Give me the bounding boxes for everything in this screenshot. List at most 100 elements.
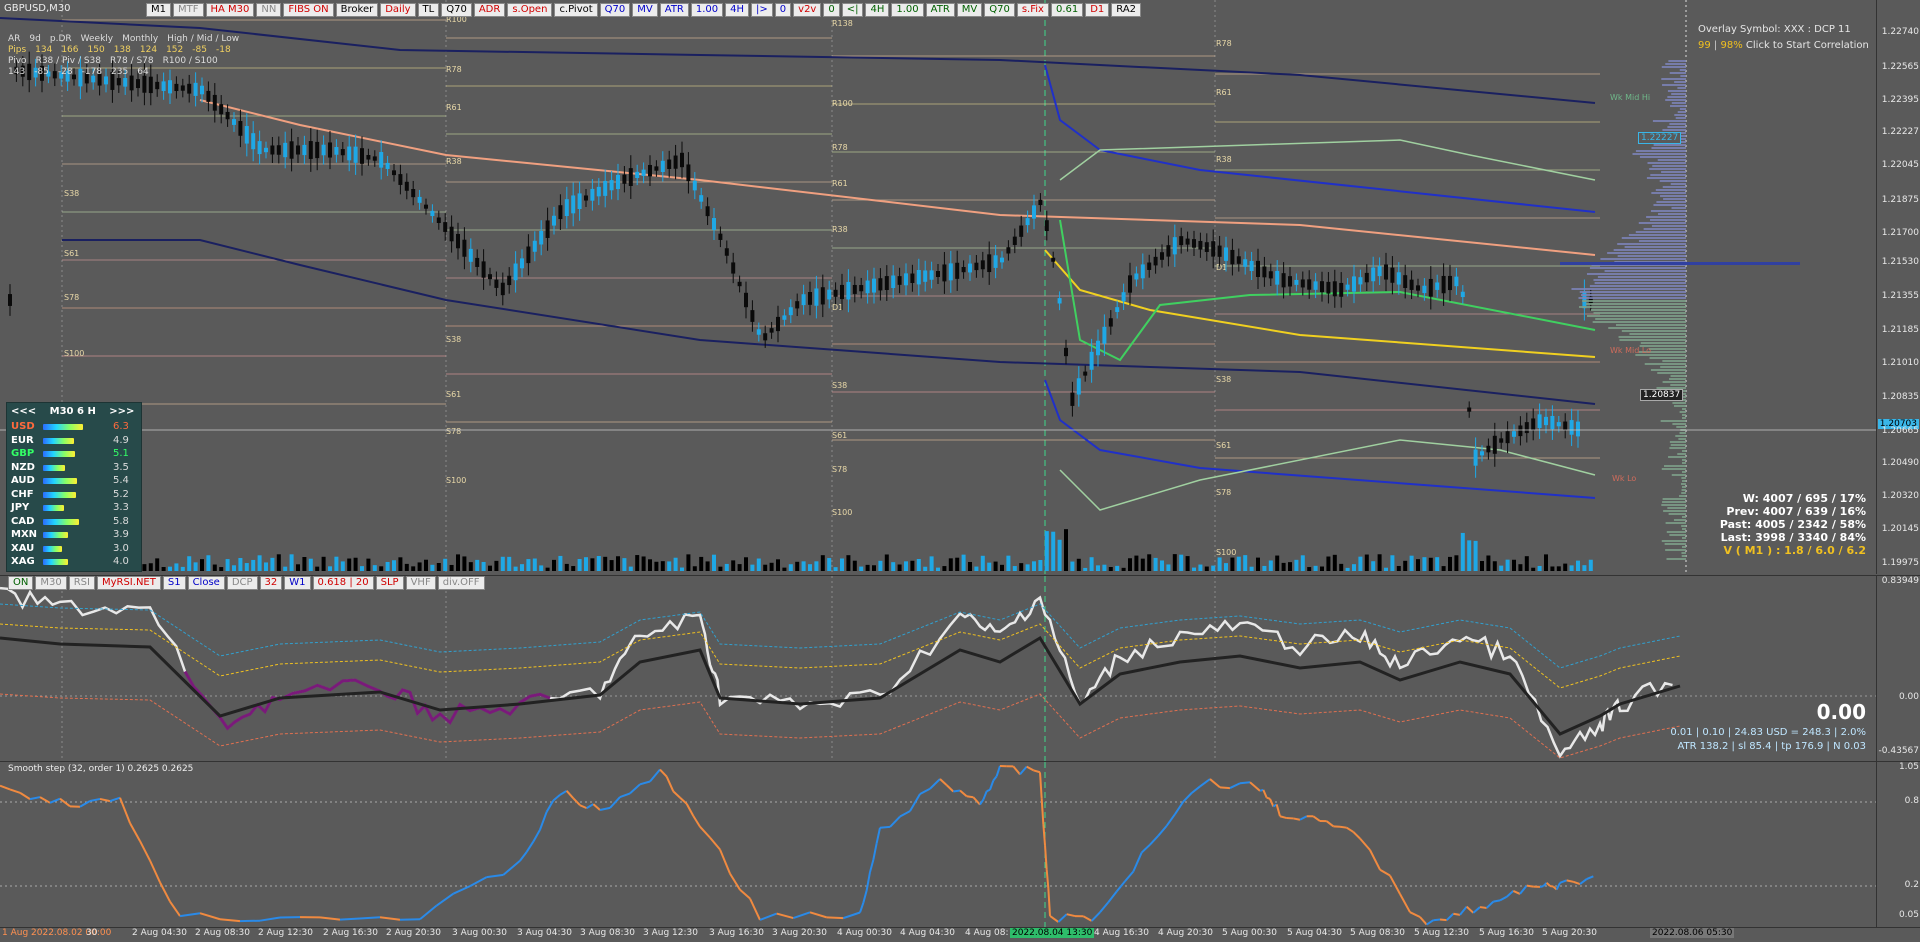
candle-body: [1032, 205, 1036, 218]
rsi-toolbar-button-1[interactable]: M30: [35, 576, 66, 590]
rsi-toolbar-button-5[interactable]: Close: [188, 576, 225, 590]
candle-body: [187, 84, 191, 94]
rsi-toolbar-button-4[interactable]: S1: [163, 576, 186, 590]
rsi-toolbar-button-11[interactable]: VHF: [406, 576, 436, 590]
correlation-click-label[interactable]: Click to Start Correlation: [1746, 40, 1869, 51]
currency-bar-chf: [43, 492, 76, 498]
volume-bar: [1416, 559, 1420, 571]
rsi-toolbar-button-12[interactable]: div.OFF: [438, 576, 485, 590]
adr-cell: -85: [34, 67, 49, 77]
toolbar-button-19[interactable]: v2v: [793, 3, 821, 17]
candle-body: [590, 189, 594, 201]
rsi-toolbar-button-9[interactable]: 0.618 | 20: [313, 576, 374, 590]
toolbar-button-0[interactable]: M1: [146, 3, 171, 17]
toolbar-button-1[interactable]: MTF: [173, 3, 204, 17]
volume-bar: [1083, 568, 1087, 571]
candle-body: [1064, 348, 1068, 356]
rsi-toolbar-button-8[interactable]: W1: [284, 576, 310, 590]
candle-body: [571, 195, 575, 213]
toolbar-button-16[interactable]: 4H: [725, 3, 749, 17]
volume-bar: [1051, 532, 1055, 571]
toolbar-button-5[interactable]: Broker: [336, 3, 379, 17]
volume-bar: [1301, 555, 1305, 571]
volume-bar: [1371, 561, 1375, 571]
smooth-step-pane[interactable]: Smooth step (32, order 1) 0.2625 0.2625 …: [0, 761, 1920, 928]
toolbar-button-21[interactable]: <|: [842, 3, 864, 17]
toolbar-button-26[interactable]: Q70: [984, 3, 1015, 17]
volume-bar: [1205, 567, 1209, 571]
candle-body: [1467, 408, 1471, 412]
toolbar-button-29[interactable]: D1: [1085, 3, 1109, 17]
price-chart-canvas[interactable]: R100R78R61R38S38S61S78S100S38S61S78S100R…: [0, 0, 1876, 574]
toolbar-button-6[interactable]: Daily: [380, 3, 415, 17]
toolbar-button-4[interactable]: FIBS ON: [283, 3, 333, 17]
toolbar-button-3[interactable]: NN: [256, 3, 281, 17]
volume-bar: [501, 557, 505, 571]
candle-body: [1403, 275, 1407, 288]
toolbar-button-17[interactable]: |>: [751, 3, 773, 17]
smooth-step-segment: [1550, 886, 1553, 887]
toolbar-button-24[interactable]: ATR: [926, 3, 955, 17]
volume-bar: [1032, 561, 1036, 571]
candle-body: [526, 247, 530, 264]
adr-cell: 138: [114, 45, 131, 55]
smooth-step-canvas[interactable]: [0, 762, 1876, 928]
toolbar-button-27[interactable]: s.Fix: [1017, 3, 1049, 17]
rsi-toolbar-button-7[interactable]: 32: [260, 576, 283, 590]
volume-profile-bar: [1595, 318, 1686, 320]
volume-bar: [366, 559, 370, 571]
adr-cell: AR: [8, 34, 20, 44]
rsi-canvas[interactable]: [0, 576, 1876, 761]
volume-bar: [648, 559, 652, 571]
toolbar-button-28[interactable]: 0.61: [1051, 3, 1083, 17]
rsi-toolbar-button-10[interactable]: SLP: [376, 576, 404, 590]
toolbar-button-25[interactable]: MV: [957, 3, 982, 17]
toolbar-button-15[interactable]: 1.00: [691, 3, 723, 17]
toolbar-button-23[interactable]: 1.00: [891, 3, 923, 17]
toolbar-button-11[interactable]: c.Pivot: [554, 3, 597, 17]
volume-profile-bar: [1677, 453, 1686, 455]
currency-value-cad: 5.8: [113, 516, 129, 527]
toolbar-button-22[interactable]: 4H: [865, 3, 889, 17]
volume-profile-bar: [1681, 552, 1686, 554]
candle-body: [1218, 246, 1222, 257]
volume-bar: [1026, 564, 1030, 571]
rsi-indicator-pane[interactable]: ONM30RSIMyRSI.NETS1CloseDCP32W10.618 | 2…: [0, 575, 1920, 761]
time-axis[interactable]: 1 Aug 2022.08.02 00:00302 Aug 04:302 Aug…: [0, 927, 1920, 942]
adr-cell: R100 / S100: [163, 56, 218, 66]
next-arrow-button[interactable]: >>>: [109, 406, 134, 417]
volume-profile-bar: [1672, 423, 1686, 425]
toolbar-button-8[interactable]: Q70: [441, 3, 472, 17]
volume-profile-bar: [1661, 420, 1686, 422]
toolbar-button-13[interactable]: MV: [632, 3, 657, 17]
toolbar-button-14[interactable]: ATR: [660, 3, 689, 17]
rsi-toolbar-button-2[interactable]: RSI: [69, 576, 95, 590]
volume-bar: [1570, 565, 1574, 571]
toolbar-button-9[interactable]: ADR: [474, 3, 506, 17]
toolbar-button-2[interactable]: HA M30: [206, 3, 255, 17]
toolbar-button-7[interactable]: TL: [418, 3, 440, 17]
price-tick: 1.22740: [1882, 27, 1919, 37]
volume-bar: [898, 565, 902, 571]
toolbar-button-20[interactable]: 0: [823, 3, 839, 17]
prev-arrow-button[interactable]: <<<: [11, 406, 36, 417]
toolbar-button-30[interactable]: RA2: [1111, 3, 1141, 17]
date-label: 2022.08.04 13:30: [1010, 928, 1094, 938]
toolbar-button-18[interactable]: 0: [775, 3, 791, 17]
volume-bar: [270, 558, 274, 571]
rsi-toolbar-button-0[interactable]: ON: [8, 576, 33, 590]
volume-bar: [987, 563, 991, 571]
rsi-toolbar-button-3[interactable]: MyRSI.NET: [97, 576, 161, 590]
correlation-line[interactable]: 99 | 98% Click to Start Correlation: [1698, 40, 1869, 51]
price-axis[interactable]: 1.227401.225651.223951.222271.220451.218…: [1876, 0, 1920, 574]
candle-body: [117, 78, 121, 85]
toolbar-button-10[interactable]: s.Open: [507, 3, 552, 17]
volume-bar: [309, 559, 313, 571]
price-chart-pane[interactable]: R100R78R61R38S38S61S78S100S38S61S78S100R…: [0, 0, 1920, 574]
candle-body: [238, 121, 242, 136]
volume-bar: [725, 564, 729, 571]
volume-profile-bar: [1665, 543, 1686, 545]
toolbar-button-12[interactable]: Q70: [600, 3, 631, 17]
volume-bar: [1358, 557, 1362, 571]
rsi-toolbar-button-6[interactable]: DCP: [227, 576, 258, 590]
